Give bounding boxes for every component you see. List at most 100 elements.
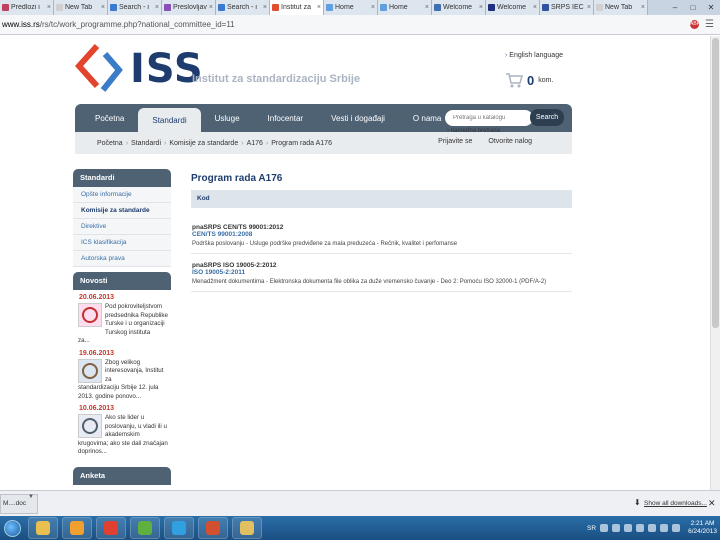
breadcrumb-item[interactable]: A176 (247, 140, 263, 147)
close-icon[interactable]: × (479, 4, 483, 11)
english-language-link[interactable]: English language (505, 52, 563, 59)
browser-tab[interactable]: Institut za × (270, 0, 324, 15)
close-download-bar-button[interactable]: ✕ (708, 498, 716, 509)
close-window-button[interactable]: ✕ (702, 0, 720, 15)
favicon-icon (542, 4, 549, 11)
url-text[interactable]: www.iss.rs/rs/tc/work_programme.php?nati… (2, 20, 690, 29)
close-icon[interactable]: × (47, 4, 51, 11)
volume-icon[interactable] (672, 524, 681, 532)
nav-item[interactable]: Početna (81, 104, 138, 132)
url-path: /rs/tc/work_programme.php?national_commi… (39, 20, 235, 29)
maximize-button[interactable]: □ (684, 0, 702, 15)
close-icon[interactable]: × (641, 4, 645, 11)
nav-item[interactable]: Infocentar (254, 104, 318, 132)
column-header-code[interactable]: Kod (191, 190, 572, 208)
breadcrumb-item[interactable]: Standardi (131, 140, 161, 147)
close-icon[interactable]: × (155, 4, 159, 11)
address-bar[interactable]: www.iss.rs/rs/tc/work_programme.php?nati… (0, 15, 720, 35)
browser-tab[interactable]: SRPS IEC × (540, 0, 594, 15)
standard-code[interactable]: pnaSRPS ISO 19005-2:2012 (192, 262, 572, 269)
show-all-downloads-link[interactable]: Show all downloads... (644, 500, 707, 507)
adblock-icon[interactable]: ABP (690, 20, 700, 29)
browser-tab[interactable]: Search - i × (108, 0, 162, 15)
news-item[interactable]: Ako ste lider u poslovanju, u vladi ili … (73, 414, 171, 440)
tray-app-icon[interactable] (624, 524, 633, 532)
standard-description: Menadžment dokumentima - Elektronska dok… (192, 279, 547, 285)
breadcrumb-item[interactable]: Početna (97, 140, 123, 147)
search-button[interactable]: Search (530, 109, 564, 126)
register-link[interactable]: Otvorite nalog (488, 138, 532, 145)
page-scrollbar[interactable] (710, 36, 720, 490)
taskbar-app-media-player[interactable] (62, 517, 92, 539)
standard-description: Podrška poslovanju - Usluge podrške pred… (192, 241, 458, 247)
taskbar-app-presentation[interactable] (198, 517, 228, 539)
news-thumbnail[interactable] (78, 358, 102, 383)
reference-standard-link[interactable]: ISO 19005-2:2011 (192, 269, 572, 276)
window-controls: – □ ✕ (666, 0, 720, 15)
browser-tab[interactable]: New Tab × (54, 0, 108, 15)
tray-app-icon[interactable] (612, 524, 621, 532)
flag-icon[interactable] (648, 524, 657, 532)
browser-tab[interactable]: Preslovljav × (162, 0, 216, 15)
breadcrumb-separator: › (164, 139, 167, 147)
news-more: za... (78, 337, 90, 344)
browser-tab[interactable]: Predlozi i × (0, 0, 54, 15)
taskbar-app-explorer[interactable] (28, 517, 58, 539)
close-icon[interactable]: × (209, 4, 213, 11)
news-thumbnail[interactable] (78, 303, 102, 327)
close-icon[interactable]: × (587, 4, 591, 11)
news-date[interactable]: 10.06.2013 (79, 405, 171, 412)
sidebar-item[interactable]: Direktive (73, 219, 171, 235)
sidebar-item[interactable]: Autorska prava (73, 251, 171, 267)
minimize-button[interactable]: – (666, 0, 684, 15)
news-date[interactable]: 19.06.2013 (79, 350, 171, 357)
news-item[interactable]: Pod pokroviteljstvom predsednika Republi… (73, 303, 171, 337)
news-date[interactable]: 20.06.2013 (79, 294, 171, 301)
cart[interactable]: 0 kom. (505, 72, 553, 88)
scrollbar-thumb[interactable] (712, 38, 719, 328)
nav-item[interactable]: Standardi (138, 108, 201, 132)
browser-tab[interactable]: Search - i × (216, 0, 270, 15)
logo-wordmark[interactable]: ISS (130, 46, 204, 92)
taskbar-app-chrome[interactable] (96, 517, 126, 539)
standard-code[interactable]: pnaSRPS CEN/TS 99001:2012 (192, 224, 572, 231)
close-icon[interactable]: × (533, 4, 537, 11)
catalog-search-input[interactable] (445, 110, 533, 126)
reference-standard-link[interactable]: CEN/TS 99001:2008 (192, 231, 572, 238)
wrench-icon[interactable]: ☰ (705, 19, 714, 30)
browser-tab[interactable]: Welcome × (432, 0, 486, 15)
system-tray: SR 2:21 AM 6/24/2013 (587, 516, 720, 540)
taskbar-app-skype[interactable] (164, 517, 194, 539)
clock[interactable]: 2:21 AM 6/24/2013 (688, 520, 717, 536)
close-icon[interactable]: × (263, 4, 267, 11)
close-icon[interactable]: × (317, 4, 321, 11)
sidebar-heading: Standardi (73, 169, 171, 187)
chevron-down-icon[interactable]: ▼ (28, 494, 34, 500)
login-link[interactable]: Prijavite se (438, 138, 472, 145)
iss-logo-icon[interactable] (75, 44, 125, 94)
browser-tab[interactable]: New Tab × (594, 0, 648, 15)
language-indicator[interactable]: SR (587, 525, 596, 532)
sidebar-item[interactable]: Komisije za standarde (73, 203, 171, 219)
browser-tab[interactable]: Home × (324, 0, 378, 15)
close-icon[interactable]: × (371, 4, 375, 11)
breadcrumb-item[interactable]: Komisije za standarde (169, 140, 238, 147)
sidebar-item[interactable]: ICS klasifikacija (73, 235, 171, 251)
tray-app-icon[interactable] (636, 524, 645, 532)
tab-title: Home (389, 4, 408, 11)
taskbar-app-paint[interactable] (232, 517, 262, 539)
browser-tab[interactable]: Welcome × (486, 0, 540, 15)
nav-item[interactable]: Vesti i događaji (317, 104, 399, 132)
tab-title: Search - i (227, 4, 257, 11)
news-item[interactable]: Zbog velikog interesovanja, Institut za (73, 358, 171, 385)
close-icon[interactable]: × (101, 4, 105, 11)
nav-item[interactable]: Usluge (201, 104, 254, 132)
network-icon[interactable] (660, 524, 669, 532)
close-icon[interactable]: × (425, 4, 429, 11)
taskbar-app-utorrent[interactable] (130, 517, 160, 539)
start-button[interactable] (0, 516, 24, 540)
browser-tab[interactable]: Home × (378, 0, 432, 15)
help-icon[interactable] (600, 524, 609, 532)
news-thumbnail[interactable] (78, 414, 102, 438)
sidebar-item[interactable]: Opšte informacije (73, 187, 171, 203)
